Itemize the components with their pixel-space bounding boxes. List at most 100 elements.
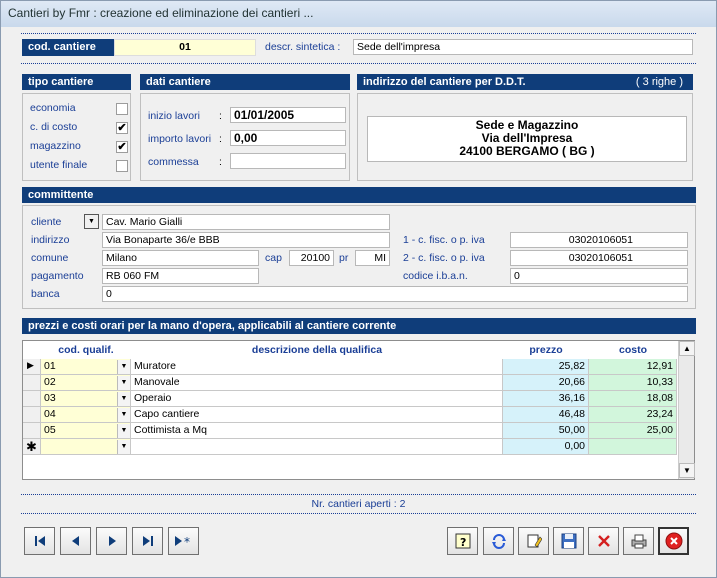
svg-text:*: * xyxy=(184,535,190,548)
close-button[interactable] xyxy=(658,527,689,555)
prezzo-cell[interactable]: 25,82 xyxy=(503,359,589,375)
print-icon xyxy=(631,534,646,549)
cantieri-aperti-status: Nr. cantieri aperti : 2 xyxy=(311,498,406,510)
refresh-button[interactable] xyxy=(483,527,514,555)
col-costo-header: costo xyxy=(618,344,647,356)
scroll-up-icon[interactable]: ▲ xyxy=(679,341,695,356)
inizio-lavori-field[interactable]: 01/01/2005 xyxy=(230,107,346,123)
divider xyxy=(21,63,696,64)
descr-sintetica-label: descr. sintetica : xyxy=(265,41,341,53)
indirizzo-ddt-panel: Sede e Magazzino Via dell'Impresa 24100 … xyxy=(357,93,693,181)
colon: : xyxy=(219,156,222,168)
utente-finale-checkbox[interactable] xyxy=(116,160,128,172)
chevron-down-icon[interactable]: ▼ xyxy=(117,408,130,422)
cod-cantiere-label: cod. cantiere xyxy=(22,39,114,56)
economia-checkbox[interactable] xyxy=(116,103,128,115)
edit-button[interactable] xyxy=(518,527,549,555)
form-body: cod. cantiere 01 descr. sintetica : Sede… xyxy=(7,27,710,573)
indirizzo-ddt-title: indirizzo del cantiere per D.D.T. xyxy=(363,76,526,88)
costo-cell[interactable]: 25,00 xyxy=(589,423,677,439)
commessa-field[interactable] xyxy=(230,153,346,169)
commessa-label: commessa xyxy=(148,156,199,168)
chevron-down-icon[interactable]: ▼ xyxy=(117,424,130,438)
costo-cell[interactable]: 18,08 xyxy=(589,391,677,407)
vertical-scrollbar[interactable]: ▲ ▼ xyxy=(678,341,695,479)
cod-cantiere-field[interactable]: 01 xyxy=(114,39,256,56)
costo-cell[interactable]: 23,24 xyxy=(589,407,677,423)
new-row-selector[interactable]: ✱ xyxy=(23,439,41,455)
next-record-button[interactable] xyxy=(96,527,127,555)
help-icon: ? xyxy=(455,533,470,549)
descr-cell[interactable]: Operaio xyxy=(131,391,503,407)
prezzo-new-cell[interactable]: 0,00 xyxy=(503,439,589,455)
dati-cantiere-panel: inizio lavori : 01/01/2005 importo lavor… xyxy=(140,93,350,181)
cliente-label: cliente xyxy=(31,216,62,228)
pr-label: pr xyxy=(339,252,349,264)
tipo-cantiere-panel: economia c. di costo ✔ magazzino ✔ utent… xyxy=(22,93,131,181)
save-button[interactable] xyxy=(553,527,584,555)
svg-text:?: ? xyxy=(460,536,466,549)
help-button[interactable]: ? xyxy=(447,527,478,555)
delete-button[interactable] xyxy=(588,527,619,555)
close-icon xyxy=(665,532,682,550)
print-button[interactable] xyxy=(623,527,654,555)
chevron-down-icon[interactable]: ▼ xyxy=(117,360,130,374)
col-cod-header: cod. qualif. xyxy=(58,344,114,356)
cap-label: cap xyxy=(265,252,282,264)
descr-cell[interactable]: Manovale xyxy=(131,375,503,391)
costo-cell[interactable]: 10,33 xyxy=(589,375,677,391)
pagamento-label: pagamento xyxy=(31,270,84,282)
banca-field[interactable]: 0 xyxy=(102,286,688,302)
provincia-field[interactable]: MI xyxy=(355,250,390,266)
descr-cell[interactable]: Muratore xyxy=(131,359,503,375)
cf1-field[interactable]: 03020106051 xyxy=(510,232,688,248)
cf2-label: 2 - c. fisc. o p. iva xyxy=(403,252,485,264)
indirizzo-field[interactable]: Via Bonaparte 36/e BBB xyxy=(102,232,390,248)
last-record-icon xyxy=(142,536,153,546)
inizio-lavori-label: inizio lavori xyxy=(148,110,200,122)
row-selector[interactable] xyxy=(23,407,41,423)
costo-new-cell[interactable] xyxy=(589,439,677,455)
new-record-button[interactable]: * xyxy=(168,527,199,555)
divider xyxy=(21,494,696,495)
row-selector[interactable] xyxy=(23,391,41,407)
scroll-down-icon[interactable]: ▼ xyxy=(679,463,695,478)
refresh-icon xyxy=(491,534,506,549)
cap-field[interactable]: 20100 xyxy=(289,250,334,266)
descr-new-cell[interactable] xyxy=(131,439,503,455)
prezzo-cell[interactable]: 36,16 xyxy=(503,391,589,407)
comune-field[interactable]: Milano xyxy=(102,250,259,266)
pagamento-field[interactable]: RB 060 FM xyxy=(102,268,259,284)
indirizzo-ddt-field[interactable]: Sede e Magazzino Via dell'Impresa 24100 … xyxy=(367,116,687,162)
prezzo-cell[interactable]: 46,48 xyxy=(503,407,589,423)
previous-record-icon xyxy=(71,536,79,546)
previous-record-button[interactable] xyxy=(60,527,91,555)
first-record-icon xyxy=(34,536,45,546)
committente-panel: cliente ▼ Cav. Mario Gialli indirizzo Vi… xyxy=(22,205,696,309)
last-record-button[interactable] xyxy=(132,527,163,555)
row-selector[interactable] xyxy=(23,423,41,439)
delete-icon xyxy=(597,535,610,547)
chevron-down-icon[interactable]: ▼ xyxy=(117,440,130,454)
descr-cell[interactable]: Capo cantiere xyxy=(131,407,503,423)
first-record-button[interactable] xyxy=(24,527,55,555)
costo-cell[interactable]: 12,91 xyxy=(589,359,677,375)
prezzo-cell[interactable]: 20,66 xyxy=(503,375,589,391)
row-selector-current[interactable]: ▶ xyxy=(23,359,41,375)
costo-checkbox[interactable]: ✔ xyxy=(116,122,128,134)
chevron-down-icon[interactable]: ▼ xyxy=(117,376,130,390)
importo-lavori-field[interactable]: 0,00 xyxy=(230,130,346,146)
iban-field[interactable]: 0 xyxy=(510,268,688,284)
chevron-down-icon[interactable]: ▼ xyxy=(117,392,130,406)
prezzo-cell[interactable]: 50,00 xyxy=(503,423,589,439)
magazzino-checkbox[interactable]: ✔ xyxy=(116,141,128,153)
tipo-label: c. di costo xyxy=(30,121,78,133)
cliente-field[interactable]: Cav. Mario Gialli xyxy=(102,214,390,230)
tipo-label: magazzino xyxy=(30,140,81,152)
cliente-dropdown-icon[interactable]: ▼ xyxy=(84,214,99,229)
cf2-field[interactable]: 03020106051 xyxy=(510,250,688,266)
row-selector[interactable] xyxy=(23,375,41,391)
application-window: Cantieri by Fmr : creazione ed eliminazi… xyxy=(0,0,717,578)
descr-sintetica-field[interactable]: Sede dell'impresa xyxy=(353,39,693,55)
descr-cell[interactable]: Cottimista a Mq xyxy=(131,423,503,439)
